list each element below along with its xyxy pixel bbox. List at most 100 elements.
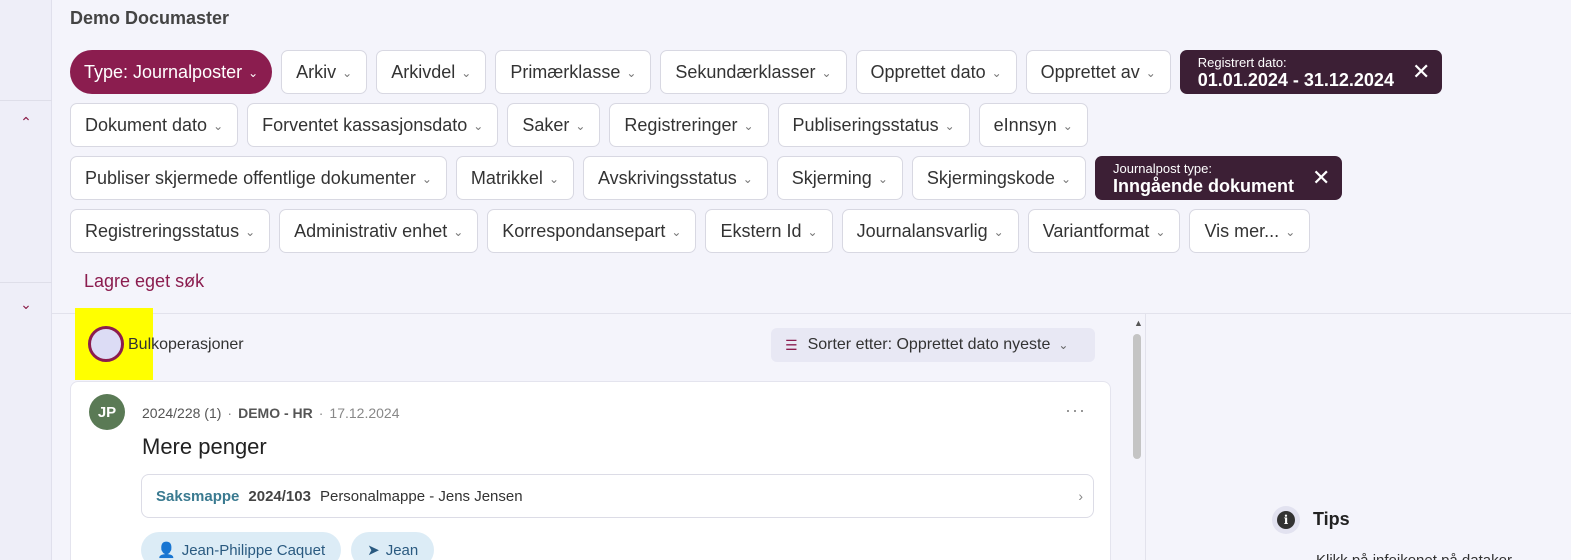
sort-button[interactable]: ☰ Sorter etter: Opprettet dato nyeste ⌄: [771, 328, 1095, 362]
chevron-right-icon: ›: [1078, 488, 1083, 504]
filter-primaerklasse-chip[interactable]: Primærklasse ⌄: [495, 50, 652, 94]
left-rail: ⌃ ⌄: [0, 0, 52, 560]
journal-entry-card[interactable]: JP 2024/228 (1) · DEMO - HR · 17.12.2024…: [70, 381, 1111, 560]
chevron-down-icon: ⌄: [1058, 338, 1069, 352]
chevron-down-icon: ⌄: [742, 172, 753, 186]
chip-label: Administrativ enhet: [294, 220, 448, 241]
chip-label: Forventet kassasjonsdato: [262, 114, 468, 135]
filter-skjermingskode-chip[interactable]: Skjermingskode ⌄: [911, 156, 1086, 200]
send-icon: ➤: [367, 542, 380, 559]
filter-ekstern-id-chip[interactable]: Ekstern Id ⌄: [705, 209, 833, 253]
chip-label: Korrespondansepart: [502, 220, 666, 241]
filter-einnsyn-chip[interactable]: eInnsyn ⌄: [978, 103, 1088, 147]
filter-saker-chip[interactable]: Saker ⌄: [507, 103, 601, 147]
info-glyph: i: [1277, 511, 1295, 529]
filter-registreringsstatus-chip[interactable]: Registreringsstatus ⌄: [70, 209, 271, 253]
details-pane: i Tips Klikk på infoikonet på datakor: [1145, 314, 1571, 560]
bulk-operations-label: Bulkoperasjoner: [128, 336, 244, 353]
filter-row-3: Publiser skjermede offentlige dokumenter…: [70, 156, 1550, 200]
chevron-down-icon: ⌄: [821, 66, 832, 80]
filter-journalansvarlig-chip[interactable]: Journalansvarlig ⌄: [841, 209, 1019, 253]
chip-label: Sekundærklasser: [675, 61, 816, 82]
rail-divider: [0, 100, 52, 101]
filter-korrespondansepart-chip[interactable]: Korrespondansepart ⌄: [487, 209, 697, 253]
chip-label: Dokument dato: [85, 114, 208, 135]
chip-label: Skjerming: [791, 167, 872, 188]
chip-label: Matrikkel: [470, 167, 543, 188]
filter-publiseringsstatus-chip[interactable]: Publiseringsstatus ⌄: [777, 103, 970, 147]
entry-title[interactable]: Mere penger: [142, 434, 267, 460]
filter-dokument-dato-chip[interactable]: Dokument dato ⌄: [70, 103, 239, 147]
chevron-down-icon: ⌄: [1060, 172, 1071, 186]
tag-label: Jean: [385, 541, 419, 559]
tag-label: Jean-Philippe Caquet: [181, 541, 326, 559]
chip-label: Avskrivingsstatus: [598, 167, 737, 188]
filter-administrativ-enhet-chip[interactable]: Administrativ enhet ⌄: [279, 209, 479, 253]
chevron-down-icon: ⌄: [575, 119, 586, 133]
close-icon[interactable]: ✕: [1412, 61, 1430, 83]
scrollbar-thumb[interactable]: [1133, 334, 1141, 459]
filter-arkiv-chip[interactable]: Arkiv ⌄: [281, 50, 368, 94]
filter-journalpost-type-chip[interactable]: Journalpost type: Inngående dokument ✕: [1095, 156, 1343, 200]
chip-label: Registreringsstatus: [85, 220, 240, 241]
correspondent-tag[interactable]: ➤ Jean: [351, 532, 435, 560]
chip-label: Publiser skjermede offentlige dokumenter: [85, 167, 416, 188]
chip-label: Primærklasse: [510, 61, 621, 82]
case-number: 2024/103: [248, 487, 311, 505]
close-icon[interactable]: ✕: [1312, 167, 1330, 189]
chip-label: Saker: [522, 114, 570, 135]
chevron-down-icon: ⌄: [626, 66, 637, 80]
filter-publiser-skjermede-chip[interactable]: Publiser skjermede offentlige dokumenter…: [70, 156, 447, 200]
chevron-down-icon: ⌄: [1285, 225, 1296, 239]
filter-variantformat-chip[interactable]: Variantformat ⌄: [1027, 209, 1181, 253]
separator-dot: ·: [318, 405, 324, 421]
correspondent-tag[interactable]: 👤 Jean-Philippe Caquet: [141, 532, 342, 560]
sort-label: Sorter etter: Opprettet dato nyeste: [807, 336, 1051, 353]
filter-skjerming-chip[interactable]: Skjerming ⌄: [776, 156, 903, 200]
chip-stack: Registrert dato: 01.01.2024 - 31.12.2024: [1198, 56, 1394, 89]
filter-avskrivingsstatus-chip[interactable]: Avskrivingsstatus ⌄: [583, 156, 768, 200]
chip-label: Arkiv: [296, 61, 337, 82]
save-search-link[interactable]: Lagre eget søk: [84, 271, 204, 292]
filter-arkivdel-chip[interactable]: Arkivdel ⌄: [376, 50, 487, 94]
rail-divider: [0, 282, 52, 283]
filter-opprettet-dato-chip[interactable]: Opprettet dato ⌄: [855, 50, 1017, 94]
filter-vis-mer-chip[interactable]: Vis mer... ⌄: [1189, 209, 1311, 253]
more-options-icon[interactable]: ···: [1065, 400, 1086, 421]
chip-value: 01.01.2024 - 31.12.2024: [1197, 69, 1394, 90]
chip-label: Vis mer...: [1204, 220, 1280, 241]
chevron-down-icon: ⌄: [877, 172, 888, 186]
filter-type-chip[interactable]: Type: Journalposter ⌄: [70, 50, 273, 94]
chip-label: Variantformat: [1042, 220, 1150, 241]
chevron-down-icon[interactable]: ⌄: [18, 296, 34, 312]
filter-opprettet-av-chip[interactable]: Opprettet av ⌄: [1025, 50, 1171, 94]
chip-label: Skjermingskode: [926, 167, 1055, 188]
filter-sekundaerklasser-chip[interactable]: Sekundærklasser ⌄: [660, 50, 847, 94]
chip-label: Type: Journalposter: [84, 61, 243, 82]
chevron-down-icon: ⌄: [743, 119, 754, 133]
chip-stack: Journalpost type: Inngående dokument: [1113, 162, 1294, 195]
filter-registreringer-chip[interactable]: Registreringer ⌄: [609, 103, 769, 147]
correspondent-tags: 👤 Jean-Philippe Caquet ➤ Jean: [141, 532, 435, 560]
filter-kassasjonsdato-chip[interactable]: Forventet kassasjonsdato ⌄: [247, 103, 499, 147]
chevron-down-icon: ⌄: [473, 119, 484, 133]
bulk-select-radio[interactable]: [88, 326, 124, 362]
case-link[interactable]: Saksmappe 2024/103 Personalmappe - Jens …: [141, 474, 1094, 518]
results-list: Bulkoperasjoner ☰ Sorter etter: Opprette…: [52, 308, 1144, 560]
filter-row-2: Dokument dato ⌄ Forventet kassasjonsdato ⌄…: [70, 103, 1550, 147]
chevron-down-icon: ⌄: [1062, 119, 1073, 133]
chip-label: eInnsyn: [993, 114, 1057, 135]
chip-label: Opprettet dato: [870, 61, 986, 82]
chevron-down-icon: ⌄: [213, 119, 224, 133]
chevron-up-icon[interactable]: ⌃: [18, 114, 34, 130]
tips-text: Klikk på infoikonet på datakor: [1316, 552, 1512, 560]
entry-number: 2024/228 (1): [142, 405, 222, 421]
entry-meta: 2024/228 (1) · DEMO - HR · 17.12.2024: [142, 405, 400, 421]
chip-label: Publiseringsstatus: [792, 114, 939, 135]
filter-matrikkel-chip[interactable]: Matrikkel ⌄: [455, 156, 574, 200]
chip-caption: Registrert dato:: [1197, 54, 1287, 70]
scroll-up-arrow[interactable]: ▲: [1134, 318, 1143, 328]
chevron-down-icon: ⌄: [421, 172, 432, 186]
chevron-down-icon: ⌄: [248, 66, 259, 80]
filter-registrert-dato-chip[interactable]: Registrert dato: 01.01.2024 - 31.12.2024…: [1179, 50, 1443, 94]
